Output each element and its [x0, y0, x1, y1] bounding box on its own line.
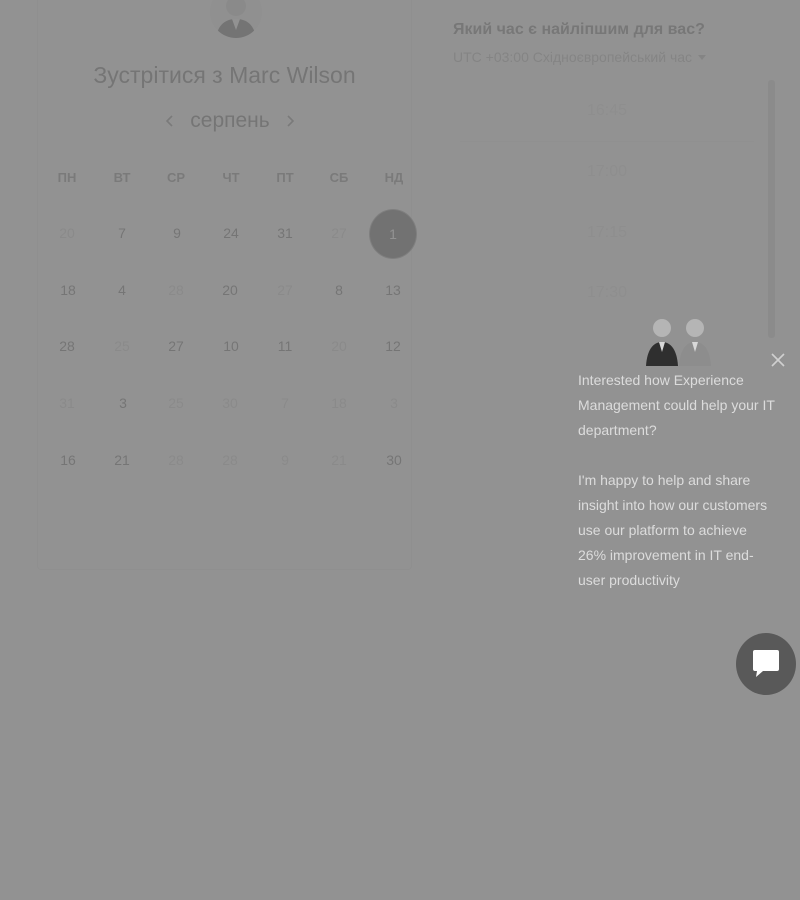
next-month-button[interactable] [280, 106, 300, 136]
chat-launcher-button[interactable] [736, 633, 796, 695]
calendar-day[interactable]: 3 [99, 379, 147, 427]
time-slot-list: 16:45 17:00 17:15 17:30 [460, 80, 754, 340]
previous-month-button[interactable] [160, 106, 180, 136]
chat-message-body: I'm happy to help and share insight into… [578, 472, 768, 588]
calendar-day[interactable]: 11 [261, 322, 309, 370]
chat-message-intro: Interested how Experience Management cou… [578, 372, 775, 438]
calendar-day[interactable]: 28 [43, 322, 91, 370]
time-slot[interactable]: 17:15 [460, 202, 754, 263]
weekday-label: ВТ [113, 170, 131, 185]
weekday-header: ПН ВТ СР ЧТ ПТ СБ НД [40, 170, 420, 190]
calendar-day: 30 [222, 395, 238, 411]
calendar-day[interactable]: 31 [261, 209, 309, 257]
calendar-day: 20 [331, 338, 347, 354]
calendar-day: 25 [168, 395, 184, 411]
chat-agent-avatars [640, 314, 720, 366]
weekday-label: ПТ [276, 170, 294, 185]
calendar-day: 28 [222, 452, 238, 468]
calendar-day[interactable]: 27 [152, 322, 200, 370]
calendar-grid: 20 7 9 24 31 27 1 18 4 28 20 27 8 13 28 … [40, 205, 420, 495]
chat-close-button[interactable] [768, 350, 788, 370]
calendar-day[interactable]: 9 [153, 209, 201, 257]
calendar-day[interactable]: 8 [315, 266, 363, 314]
calendar-day: 28 [168, 282, 184, 298]
calendar-day: 21 [331, 452, 347, 468]
calendar-day[interactable]: 4 [98, 266, 146, 314]
calendar-day[interactable]: 13 [369, 266, 417, 314]
calendar-day: 3 [390, 395, 398, 411]
chat-message: Interested how Experience Management cou… [578, 368, 778, 618]
calendar-day: 7 [281, 395, 289, 411]
time-slot[interactable]: 16:45 [460, 80, 754, 142]
calendar-day: 27 [331, 225, 347, 241]
calendar-day[interactable]: 10 [207, 322, 255, 370]
calendar-day: 9 [281, 452, 289, 468]
calendar-day: 31 [59, 395, 75, 411]
month-label: серпень [190, 109, 270, 132]
weekday-label: ЧТ [222, 170, 240, 185]
time-slot-scrollbar[interactable] [768, 80, 775, 338]
agents-icon [646, 319, 711, 366]
calendar-day[interactable]: 20 [206, 266, 254, 314]
chevron-left-icon [165, 115, 173, 127]
calendar-day[interactable]: 7 [98, 209, 146, 257]
calendar-day: 20 [59, 225, 75, 241]
calendar-day: 18 [331, 395, 347, 411]
timezone-label: UTC +03:00 Східноєвропейський час [453, 49, 693, 65]
close-icon [771, 353, 785, 367]
weekday-label: ПН [57, 170, 77, 185]
weekday-label: СБ [329, 170, 349, 185]
chevron-right-icon [287, 115, 295, 127]
calendar-day: 27 [277, 282, 293, 298]
calendar-day[interactable]: 30 [370, 436, 418, 484]
calendar-day[interactable]: 21 [98, 436, 146, 484]
weekday-label: НД [384, 170, 404, 185]
calendar-day-selected[interactable]: 1 [369, 209, 417, 259]
calendar-day[interactable]: 18 [44, 266, 92, 314]
calendar-day: 25 [114, 338, 130, 354]
calendar-day[interactable]: 24 [207, 209, 255, 257]
page-title: Зустрітися з Marc Wilson [93, 62, 356, 88]
weekday-label: СР [166, 170, 186, 185]
timezone-dropdown[interactable]: UTC +03:00 Східноєвропейський час [453, 49, 707, 65]
calendar-day: 28 [168, 452, 184, 468]
time-slot[interactable]: 17:00 [460, 141, 754, 202]
calendar-day[interactable]: 12 [369, 322, 417, 370]
calendar-day[interactable]: 16 [44, 436, 92, 484]
month-navigation: серпень [160, 106, 300, 136]
caret-down-icon [698, 54, 707, 60]
chat-bubble-icon [753, 650, 779, 677]
time-picker-title: Який час є найліпшим для вас? [453, 21, 705, 38]
